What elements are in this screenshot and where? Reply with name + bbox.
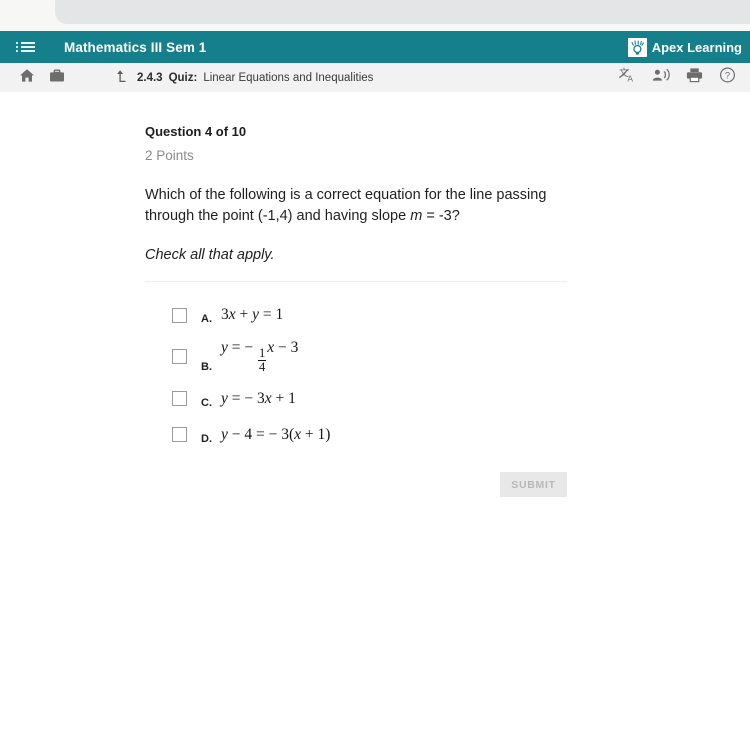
arrow-up-level-icon[interactable] (117, 68, 131, 88)
print-icon[interactable] (686, 67, 703, 88)
answer-checkbox[interactable] (172, 307, 187, 323)
help-circle-icon[interactable]: ? (719, 67, 736, 88)
question-content-area: Question 4 of 10 2 Points Which of the f… (0, 92, 750, 750)
brand-logo: Apex Learning (627, 37, 742, 57)
secondary-toolbar: 2.4.3 Quiz: Linear Equations and Inequal… (0, 63, 750, 93)
answer-equation: y = − 3x + 1 (221, 390, 296, 407)
apex-lightbulb-logo (627, 37, 647, 57)
read-aloud-icon[interactable] (652, 67, 670, 88)
answer-choice[interactable]: A. 3x + y = 1 (145, 304, 570, 326)
home-icon[interactable] (19, 68, 35, 88)
answer-checkbox[interactable] (172, 427, 187, 443)
answer-choice[interactable]: C. y = − 3x + 1 (145, 388, 570, 410)
answer-equation: 3x + y = 1 (221, 306, 284, 324)
question-block: Question 4 of 10 2 Points Which of the f… (145, 124, 570, 460)
answer-letter: A. (201, 313, 212, 325)
svg-text:A: A (627, 74, 633, 83)
breadcrumb-name: Linear Equations and Inequalities (203, 71, 374, 84)
answer-letter: C. (201, 396, 212, 409)
question-prompt-part2: = -3? (422, 208, 460, 224)
app-header-bar: Mathematics III Sem 1 Apex Learning (0, 31, 750, 63)
question-points: 2 Points (145, 148, 194, 163)
answer-choice-list: A. 3x + y = 1 B. y = − 14x − 3 C. y = − 3x + … (145, 304, 570, 446)
submit-row: SUBMIT (145, 472, 567, 497)
translate-icon[interactable]: 文 A (619, 67, 636, 88)
browser-chrome-strip (0, 0, 750, 31)
svg-text:?: ? (725, 70, 730, 81)
answer-checkbox[interactable] (172, 349, 187, 365)
breadcrumb-kind: Quiz: (168, 71, 198, 84)
question-prompt-part1: Which of the following is a correct equa… (145, 187, 547, 224)
answer-checkbox[interactable] (172, 391, 187, 407)
course-title: Mathematics III Sem 1 (64, 39, 207, 55)
answer-letter: B. (201, 360, 212, 373)
browser-chrome-pill (55, 0, 750, 24)
answer-equation: y = − 14x − 3 (221, 339, 299, 374)
brand-name: Apex Learning (651, 39, 742, 55)
submit-button[interactable]: SUBMIT (500, 472, 567, 497)
answer-choice[interactable]: D. y − 4 = − 3(x + 1) (145, 424, 570, 446)
briefcase-icon[interactable] (49, 68, 65, 88)
question-prompt: Which of the following is a correct equa… (145, 185, 565, 227)
answer-letter: D. (201, 432, 212, 445)
list-menu-icon[interactable] (16, 42, 44, 52)
answer-equation: y − 4 = − 3(x + 1) (221, 426, 331, 443)
breadcrumb: 2.4.3 Quiz: Linear Equations and Inequal… (117, 68, 373, 88)
question-prompt-variable: m (410, 208, 423, 224)
question-instruction: Check all that apply. (145, 247, 275, 263)
breadcrumb-number: 2.4.3 (137, 71, 163, 84)
section-divider (145, 281, 567, 282)
question-heading: Question 4 of 10 (145, 124, 247, 139)
answer-choice[interactable]: B. y = − 14x − 3 (145, 340, 570, 374)
